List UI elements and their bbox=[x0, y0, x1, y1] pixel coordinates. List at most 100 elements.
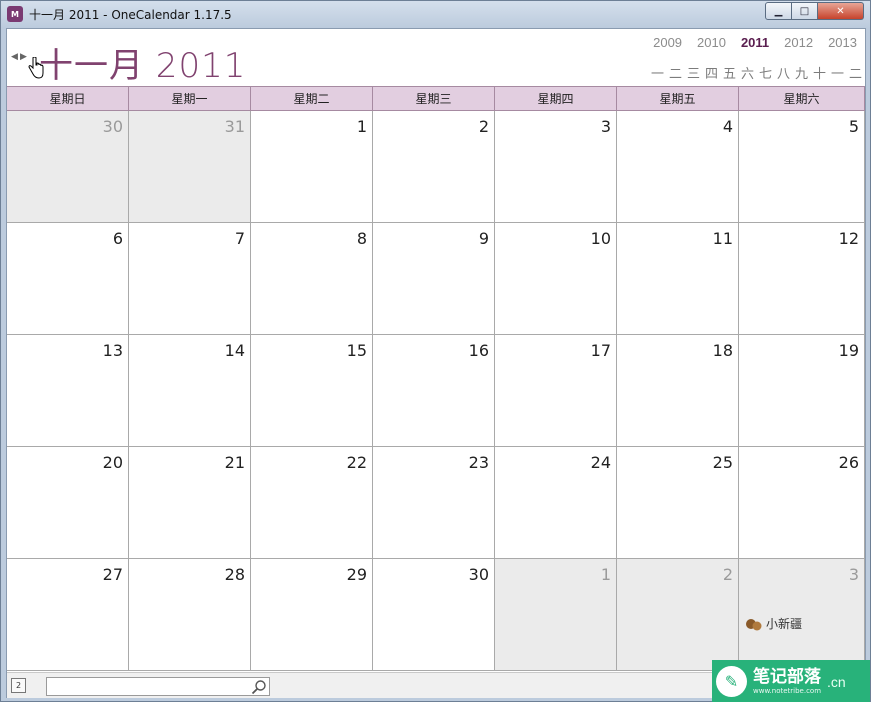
day-number: 30 bbox=[468, 565, 489, 584]
month-navigation: ◀ ▶ bbox=[11, 51, 29, 63]
day-number: 25 bbox=[712, 453, 733, 472]
day-cell[interactable]: 23 bbox=[373, 447, 495, 559]
month-6[interactable]: 六 bbox=[740, 63, 755, 82]
day-number: 28 bbox=[224, 565, 245, 584]
previous-month-icon[interactable]: ◀ bbox=[11, 51, 20, 63]
day-cell[interactable]: 18 bbox=[617, 335, 739, 447]
minimize-button[interactable]: ▁ bbox=[765, 2, 792, 20]
week-row: 20 21 22 23 24 25 26 bbox=[7, 447, 865, 559]
month-9[interactable]: 九 bbox=[794, 63, 809, 82]
day-number: 3 bbox=[600, 117, 611, 136]
day-cell[interactable]: 25 bbox=[617, 447, 739, 559]
maximize-button[interactable]: □ bbox=[792, 2, 818, 20]
day-cell[interactable]: 16 bbox=[373, 335, 495, 447]
month-title: 十一月 2011 bbox=[39, 46, 247, 86]
day-cell[interactable]: 5 bbox=[739, 111, 865, 223]
day-cell[interactable]: 20 bbox=[7, 447, 129, 559]
day-cell[interactable]: 11 bbox=[617, 223, 739, 335]
month-3[interactable]: 三 bbox=[686, 63, 701, 82]
day-cell[interactable]: 9 bbox=[373, 223, 495, 335]
day-number: 7 bbox=[234, 229, 245, 248]
day-cell[interactable]: 26 bbox=[739, 447, 865, 559]
day-number: 4 bbox=[722, 117, 733, 136]
month-10[interactable]: 十 bbox=[812, 63, 827, 82]
day-cell[interactable]: 30 bbox=[373, 559, 495, 671]
day-cell[interactable]: 7 bbox=[129, 223, 251, 335]
day-number: 6 bbox=[112, 229, 123, 248]
app-window: M 十一月 2011 - OneCalendar 1.17.5 ▁ □ ✕ ◀ … bbox=[0, 0, 871, 702]
year-selector: 2009 2010 2011 2012 2013 bbox=[638, 35, 857, 50]
month-8[interactable]: 八 bbox=[776, 63, 791, 82]
day-cell[interactable]: 27 bbox=[7, 559, 129, 671]
search-input[interactable] bbox=[46, 677, 270, 696]
search-icon[interactable] bbox=[251, 679, 267, 695]
day-cell[interactable]: 4 bbox=[617, 111, 739, 223]
month-1[interactable]: 一 bbox=[650, 63, 665, 82]
mascot-icon bbox=[746, 618, 762, 630]
day-number: 12 bbox=[838, 229, 859, 248]
day-cell[interactable]: 1 bbox=[251, 111, 373, 223]
day-number: 21 bbox=[224, 453, 245, 472]
day-number: 31 bbox=[224, 117, 245, 136]
week-row: 6 7 8 9 10 11 12 bbox=[7, 223, 865, 335]
month-4[interactable]: 四 bbox=[704, 63, 719, 82]
month-11[interactable]: 一 bbox=[830, 63, 845, 82]
day-cell[interactable]: 6 bbox=[7, 223, 129, 335]
day-cell[interactable]: 17 bbox=[495, 335, 617, 447]
month-2[interactable]: 二 bbox=[668, 63, 683, 82]
day-cell[interactable]: 28 bbox=[129, 559, 251, 671]
day-number: 18 bbox=[712, 341, 733, 360]
day-number: 1 bbox=[356, 117, 367, 136]
day-cell[interactable]: 15 bbox=[251, 335, 373, 447]
day-cell[interactable]: 31 bbox=[129, 111, 251, 223]
day-cell[interactable]: 2 bbox=[617, 559, 739, 671]
year-2010[interactable]: 2010 bbox=[697, 35, 726, 50]
day-cell[interactable]: 30 bbox=[7, 111, 129, 223]
week-row: 27 28 29 30 1 2 3 bbox=[7, 559, 865, 671]
day-number: 20 bbox=[102, 453, 123, 472]
day-cell[interactable]: 1 bbox=[495, 559, 617, 671]
watermark-suffix: .cn bbox=[827, 673, 846, 690]
weekday-header: 星期三 bbox=[373, 86, 495, 111]
month-7[interactable]: 七 bbox=[758, 63, 773, 82]
watermark-sub: www.notetribe.com bbox=[753, 686, 822, 695]
title-bar[interactable]: M 十一月 2011 - OneCalendar 1.17.5 ▁ □ ✕ bbox=[1, 1, 870, 27]
day-cell[interactable]: 21 bbox=[129, 447, 251, 559]
weekday-header: 星期五 bbox=[617, 86, 739, 111]
day-number: 10 bbox=[590, 229, 611, 248]
week-row: 13 14 15 16 17 18 19 bbox=[7, 335, 865, 447]
day-number: 1 bbox=[600, 565, 611, 584]
year-2011[interactable]: 2011 bbox=[741, 35, 769, 50]
month-5[interactable]: 五 bbox=[722, 63, 737, 82]
month-12[interactable]: 二 bbox=[848, 63, 863, 82]
month-grid: 星期日 星期一 星期二 星期三 星期四 星期五 星期六 30 31 1 2 3 4 5 6 7 8 9 10 11 1… bbox=[7, 86, 865, 671]
year-2013[interactable]: 2013 bbox=[828, 35, 857, 50]
day-cell[interactable]: 13 bbox=[7, 335, 129, 447]
day-number: 2 bbox=[722, 565, 733, 584]
close-button[interactable]: ✕ bbox=[818, 2, 864, 20]
window-title: 十一月 2011 - OneCalendar 1.17.5 bbox=[29, 7, 232, 22]
month-selector: 一二三四五六七八九十一二 bbox=[647, 63, 863, 82]
onecalendar-app-icon[interactable]: M bbox=[7, 6, 23, 22]
day-number: 19 bbox=[838, 341, 859, 360]
day-cell[interactable]: 2 bbox=[373, 111, 495, 223]
day-cell[interactable]: 3 bbox=[495, 111, 617, 223]
day-cell[interactable]: 22 bbox=[251, 447, 373, 559]
day-cell[interactable]: 29 bbox=[251, 559, 373, 671]
day-cell[interactable]: 24 bbox=[495, 447, 617, 559]
day-cell[interactable]: 8 bbox=[251, 223, 373, 335]
day-number: 17 bbox=[590, 341, 611, 360]
day-number: 29 bbox=[346, 565, 367, 584]
weekday-header: 星期日 bbox=[7, 86, 129, 111]
day-cell[interactable]: 12 bbox=[739, 223, 865, 335]
calendar-icon[interactable]: 2 bbox=[11, 678, 26, 693]
day-cell[interactable]: 19 bbox=[739, 335, 865, 447]
day-cell[interactable]: 14 bbox=[129, 335, 251, 447]
watermark-text: 笔记部落 www.notetribe.com bbox=[753, 667, 822, 696]
day-number: 26 bbox=[838, 453, 859, 472]
year-2012[interactable]: 2012 bbox=[784, 35, 813, 50]
week-row: 30 31 1 2 3 4 5 bbox=[7, 111, 865, 223]
year-2009[interactable]: 2009 bbox=[653, 35, 682, 50]
day-number: 15 bbox=[346, 341, 367, 360]
day-cell[interactable]: 10 bbox=[495, 223, 617, 335]
